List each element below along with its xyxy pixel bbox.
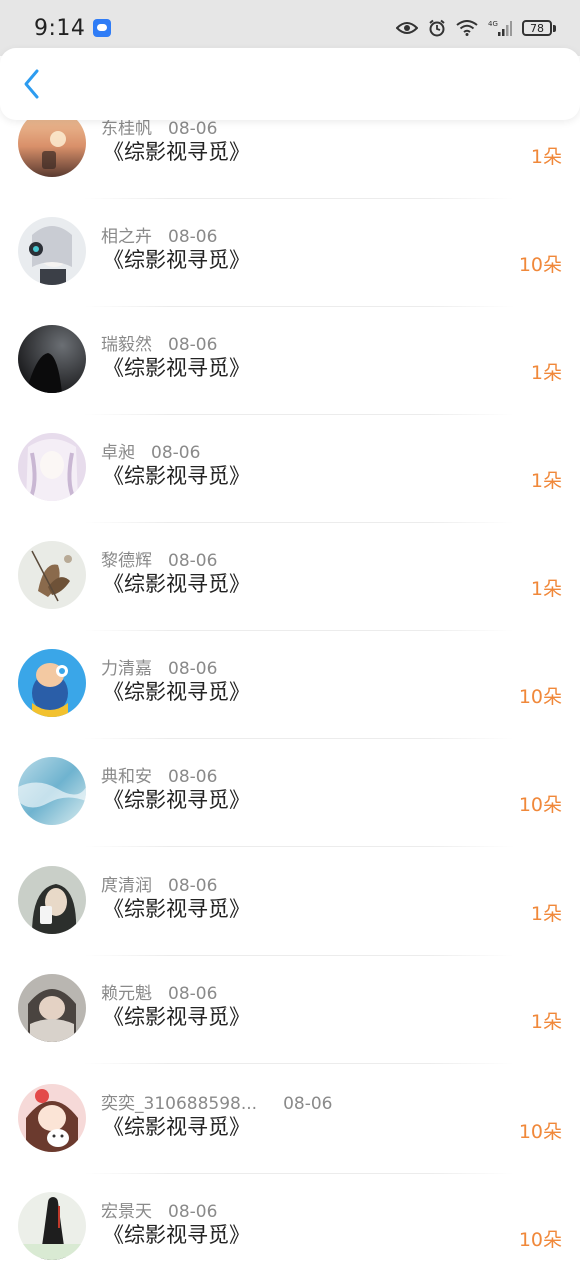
gift-amount: 10朵 <box>518 1121 562 1143</box>
list-item[interactable]: 宏景天 08-06 《综影视寻觅》 10朵 <box>0 1192 580 1280</box>
list-item[interactable]: 奕奕_310688598... 08-06 《综影视寻觅》 10朵 <box>0 1084 580 1192</box>
row-divider <box>84 1173 514 1174</box>
row-divider <box>84 846 514 847</box>
svg-text:4G: 4G <box>488 20 498 28</box>
row-divider <box>84 306 514 307</box>
gift-amount: 10朵 <box>518 686 562 708</box>
list-item[interactable]: 瑞毅然 08-06 《综影视寻觅》 1朵 <box>0 325 580 433</box>
gift-date: 08-06 <box>283 1094 333 1114</box>
avatar[interactable] <box>18 1084 86 1152</box>
row-divider <box>84 522 514 523</box>
book-title: 《综影视寻觅》 <box>103 1005 250 1029</box>
battery-level: 78 <box>522 20 552 36</box>
list-item[interactable]: 力清嘉 08-06 《综影视寻觅》 10朵 <box>0 649 580 757</box>
cellular-signal-icon: 4G <box>488 20 512 36</box>
avatar[interactable] <box>18 217 86 285</box>
gift-amount: 10朵 <box>518 254 562 276</box>
wifi-icon <box>456 20 478 36</box>
gift-amount: 1朵 <box>530 362 562 384</box>
book-title: 《综影视寻觅》 <box>103 1115 250 1139</box>
gift-amount: 1朵 <box>530 903 562 925</box>
gift-amount: 1朵 <box>530 146 562 168</box>
book-title: 《综影视寻觅》 <box>103 680 250 704</box>
status-time: 9:14 <box>34 15 86 41</box>
avatar[interactable] <box>18 757 86 825</box>
row-divider <box>84 1063 514 1064</box>
list-item[interactable]: 赖元魁 08-06 《综影视寻觅》 1朵 <box>0 974 580 1082</box>
avatar[interactable] <box>18 974 86 1042</box>
chevron-left-icon <box>24 69 39 99</box>
gift-amount: 1朵 <box>530 470 562 492</box>
gift-list: 东桂帆 08-06 《综影视寻觅》 1朵 相之卉 08-06 《综影视寻觅》 10朵 <box>0 0 580 1280</box>
avatar[interactable] <box>18 866 86 934</box>
eye-icon <box>396 22 418 34</box>
gift-amount: 10朵 <box>518 794 562 816</box>
list-item[interactable]: 东桂帆 08-06 《综影视寻觅》 1朵 <box>0 109 580 217</box>
avatar[interactable] <box>18 541 86 609</box>
book-title: 《综影视寻觅》 <box>103 248 250 272</box>
list-item[interactable]: 典和安 08-06 《综影视寻觅》 10朵 <box>0 757 580 865</box>
book-title: 《综影视寻觅》 <box>103 572 250 596</box>
top-nav-bar <box>0 48 580 120</box>
list-item[interactable]: 卓昶 08-06 《综影视寻觅》 1朵 <box>0 433 580 541</box>
list-item[interactable]: 相之卉 08-06 《综影视寻觅》 10朵 <box>0 217 580 325</box>
row-divider <box>84 630 514 631</box>
gift-amount: 10朵 <box>518 1229 562 1251</box>
book-title: 《综影视寻觅》 <box>103 356 250 380</box>
battery-icon: 78 <box>522 20 556 36</box>
row-divider <box>84 414 514 415</box>
row-divider <box>84 198 514 199</box>
list-item[interactable]: 庹清润 08-06 《综影视寻觅》 1朵 <box>0 866 580 974</box>
book-title: 《综影视寻觅》 <box>103 788 250 812</box>
book-title: 《综影视寻觅》 <box>103 897 250 921</box>
avatar[interactable] <box>18 325 86 393</box>
status-icons: 4G 78 <box>396 19 556 37</box>
gift-amount: 1朵 <box>530 578 562 600</box>
back-button[interactable] <box>14 66 50 102</box>
avatar[interactable] <box>18 649 86 717</box>
row-divider <box>84 738 514 739</box>
avatar[interactable] <box>18 1192 86 1260</box>
alarm-icon <box>429 19 445 37</box>
avatar[interactable] <box>18 433 86 501</box>
book-title: 《综影视寻觅》 <box>103 1223 250 1247</box>
row-divider <box>84 955 514 956</box>
gift-amount: 1朵 <box>530 1011 562 1033</box>
list-item[interactable]: 黎德辉 08-06 《综影视寻觅》 1朵 <box>0 541 580 649</box>
book-title: 《综影视寻觅》 <box>103 464 250 488</box>
book-title: 《综影视寻觅》 <box>103 140 250 164</box>
app-notification-icon <box>93 19 112 37</box>
